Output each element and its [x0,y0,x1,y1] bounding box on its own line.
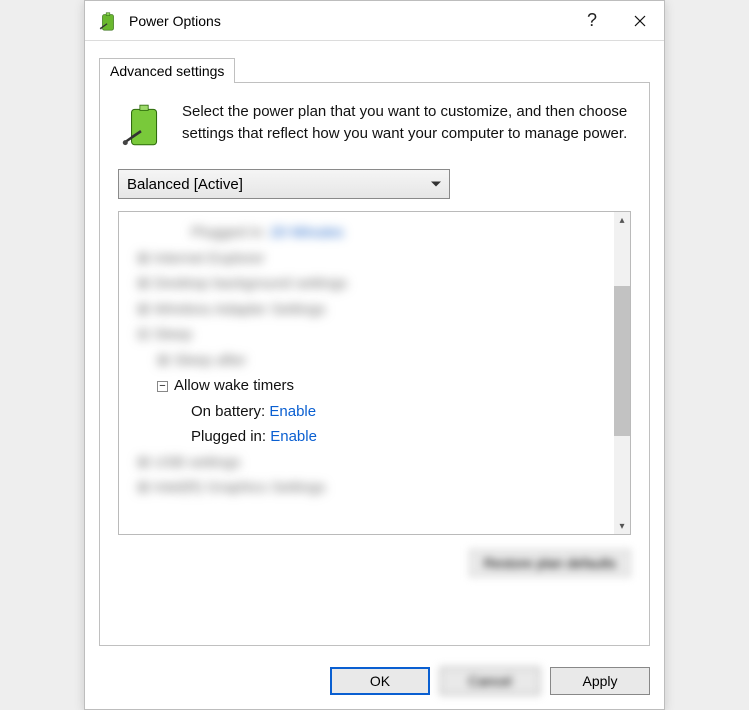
tree-item-blurred: ⊞ Intel(R) Graphics Settings [119,475,614,501]
battery-icon [97,10,119,32]
power-plan-selected: Balanced [Active] [127,176,243,193]
scroll-down-icon[interactable]: ▾ [614,518,630,534]
tree-item-blurred: ⊞ Sleep after [119,348,614,374]
power-options-dialog: Power Options ? Advanced settings [84,0,665,710]
apply-button[interactable]: Apply [550,667,650,695]
close-icon [634,15,646,27]
tree-item-blurred: ⊞ Desktop background settings [119,271,614,297]
close-button[interactable] [616,1,664,41]
tab-advanced-settings[interactable]: Advanced settings [99,58,235,83]
titlebar: Power Options ? [85,1,664,41]
tree-item-plugged-in[interactable]: Plugged in: Enable [119,424,614,450]
tree-item-blurred: ⊞ USB settings [119,450,614,476]
setting-value-link[interactable]: Enable [270,428,317,445]
scroll-up-icon[interactable]: ▴ [614,212,630,228]
collapse-icon[interactable]: − [157,381,168,392]
tree-item-blurred: ⊞ Wireless Adapter Settings [119,297,614,323]
dialog-title: Power Options [129,13,568,29]
help-button[interactable]: ? [568,1,616,41]
setting-label: Plugged in: [191,428,266,445]
tree-item-allow-wake-timers[interactable]: −Allow wake timers [119,373,614,399]
scrollbar[interactable]: ▴ ▾ [614,212,630,534]
tree-item-blurred: Plugged in: 20 Minutes [119,220,614,246]
content-area: Advanced settings Select the power plan … [85,41,664,653]
ok-button[interactable]: OK [330,667,430,695]
settings-tree[interactable]: Plugged in: 20 Minutes ⊞ Internet Explor… [118,211,631,535]
tree-item-blurred: ⊞ Internet Explorer [119,246,614,272]
setting-label: On battery: [191,403,265,420]
restore-defaults-button[interactable]: Restore plan defaults [469,549,631,577]
power-plan-icon [118,101,168,151]
cancel-button[interactable]: Cancel [440,667,540,695]
tree-item-label: Allow wake timers [174,377,294,394]
power-plan-dropdown[interactable]: Balanced [Active] [118,169,450,199]
setting-value-link[interactable]: Enable [269,403,316,420]
intro-text: Select the power plan that you want to c… [182,101,631,145]
tab-body: Select the power plan that you want to c… [99,82,650,646]
dialog-buttons: OK Cancel Apply [85,653,664,709]
tree-item-on-battery[interactable]: On battery: Enable [119,399,614,425]
scroll-thumb[interactable] [614,286,630,436]
tree-item-blurred: ⊟ Sleep [119,322,614,348]
chevron-down-icon [431,182,441,187]
